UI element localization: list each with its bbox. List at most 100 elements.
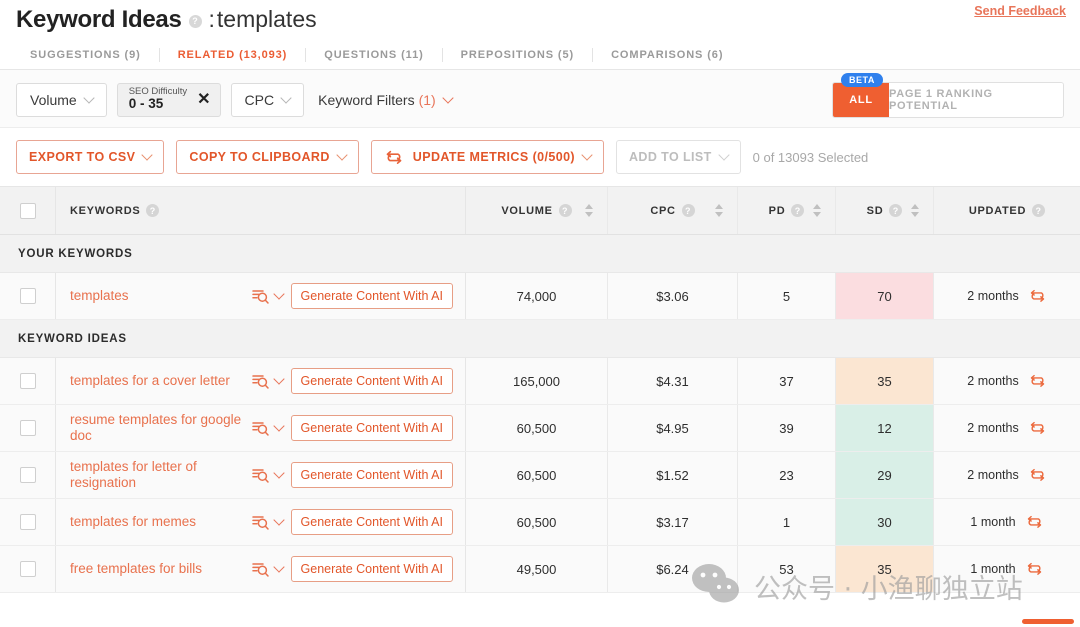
- row-select-cell: [0, 546, 56, 592]
- seo-difficulty-filter-chip[interactable]: SEO Difficulty 0 - 35 ✕: [116, 82, 221, 117]
- cpc-cell: $3.06: [608, 273, 738, 319]
- generate-content-button[interactable]: Generate Content With AI: [290, 283, 453, 309]
- serp-analysis-icon[interactable]: [251, 561, 283, 577]
- generate-content-button[interactable]: Generate Content With AI: [290, 556, 453, 582]
- pd-cell: 39: [738, 405, 836, 451]
- serp-analysis-icon[interactable]: [251, 420, 283, 436]
- keyword-link[interactable]: templates for a cover letter: [70, 373, 230, 389]
- volume-cell: 74,000: [466, 273, 608, 319]
- keyword-filters-label: Keyword Filters: [318, 91, 415, 108]
- horizontal-scrollbar[interactable]: [1022, 619, 1074, 624]
- refresh-icon[interactable]: [1028, 467, 1047, 483]
- keyword-cell: templates for memes Generate Content With…: [56, 499, 466, 545]
- serp-analysis-icon[interactable]: [251, 514, 283, 530]
- column-header-volume[interactable]: VOLUME ?: [466, 187, 608, 234]
- seo-difficulty-text: SEO Difficulty 0 - 35: [129, 87, 187, 111]
- update-metrics-button[interactable]: UPDATE METRICS (0/500): [370, 140, 604, 174]
- refresh-icon[interactable]: [1025, 514, 1044, 530]
- updated-value: 2 months: [967, 468, 1019, 482]
- title-separator: :: [208, 6, 215, 32]
- column-header-keywords[interactable]: KEYWORDS ?: [56, 187, 466, 234]
- update-metrics-count: (0/500): [532, 150, 575, 164]
- cpc-filter-button[interactable]: CPC: [230, 82, 305, 117]
- volume-value: 74,000: [516, 288, 557, 304]
- refresh-icon[interactable]: [1028, 420, 1047, 436]
- select-all-checkbox[interactable]: [19, 202, 36, 219]
- serp-analysis-icon[interactable]: [251, 288, 283, 304]
- keywords-table: KEYWORDS ? VOLUME ? CPC ? PD ? SD ? UPDA…: [0, 186, 1080, 593]
- column-label-keywords: KEYWORDS: [70, 204, 141, 217]
- volume-filter-button[interactable]: Volume: [16, 82, 107, 117]
- tab-suggestions[interactable]: SUGGESTIONS (9): [12, 47, 160, 62]
- column-header-sd[interactable]: SD ?: [836, 187, 934, 234]
- toggle-all[interactable]: ALL: [833, 83, 889, 117]
- keyword-link[interactable]: resume templates for google doc: [70, 412, 250, 444]
- keyword-link[interactable]: templates for memes: [70, 514, 196, 530]
- column-header-cpc[interactable]: CPC ?: [608, 187, 738, 234]
- help-circle-icon[interactable]: ?: [1032, 204, 1046, 217]
- generate-content-button[interactable]: Generate Content With AI: [290, 509, 453, 535]
- help-circle-icon[interactable]: ?: [558, 204, 572, 217]
- updated-value: 2 months: [967, 374, 1019, 388]
- chevron-down-icon: [583, 151, 591, 159]
- help-circle-icon[interactable]: ?: [681, 204, 695, 217]
- selection-status: 0 of 13093 Selected: [752, 149, 869, 165]
- row-checkbox[interactable]: [19, 561, 36, 577]
- close-icon[interactable]: ✕: [197, 91, 210, 108]
- column-header-pd[interactable]: PD ?: [738, 187, 836, 234]
- help-circle-icon[interactable]: ?: [791, 204, 805, 217]
- keyword-link[interactable]: free templates for bills: [70, 561, 202, 577]
- refresh-icon[interactable]: [1028, 373, 1047, 389]
- keyword-link[interactable]: templates: [70, 288, 129, 304]
- sort-sd-button[interactable]: [911, 204, 919, 217]
- volume-cell: 60,500: [466, 499, 608, 545]
- copy-to-clipboard-button[interactable]: COPY TO CLIPBOARD: [176, 140, 359, 174]
- refresh-icon[interactable]: [1028, 288, 1047, 304]
- toggle-page1-ranking-potential[interactable]: PAGE 1 RANKING POTENTIAL: [889, 83, 1063, 117]
- help-circle-icon[interactable]: ?: [889, 204, 903, 217]
- table-group-label: YOUR KEYWORDS: [18, 247, 133, 260]
- updated-value: 1 month: [970, 562, 1016, 576]
- generate-content-button[interactable]: Generate Content With AI: [290, 415, 453, 441]
- column-label-updated: UPDATED: [968, 204, 1027, 217]
- sort-pd-button[interactable]: [813, 204, 821, 217]
- refresh-icon[interactable]: [1025, 561, 1044, 577]
- sd-value: 30: [877, 514, 892, 530]
- tab-related[interactable]: RELATED (13,093): [160, 47, 307, 62]
- tab-bar: SUGGESTIONS (9) RELATED (13,093) QUESTIO…: [0, 40, 1080, 70]
- tab-prepositions[interactable]: PREPOSITIONS (5): [443, 47, 594, 62]
- generate-content-button[interactable]: Generate Content With AI: [290, 462, 453, 488]
- export-to-csv-label: EXPORT TO CSV: [29, 150, 136, 164]
- volume-value: 60,500: [516, 514, 557, 530]
- help-circle-icon[interactable]: ?: [188, 14, 202, 28]
- send-feedback-link[interactable]: Send Feedback: [974, 4, 1066, 18]
- tab-questions[interactable]: QUESTIONS (11): [306, 47, 443, 62]
- row-checkbox[interactable]: [19, 420, 36, 436]
- export-to-csv-button[interactable]: EXPORT TO CSV: [16, 140, 165, 174]
- table-row: resume templates for google doc Generate …: [0, 405, 1080, 452]
- table-row: templates for a cover letter Generate Con…: [0, 358, 1080, 405]
- serp-analysis-icon[interactable]: [251, 373, 283, 389]
- add-to-list-button[interactable]: ADD TO LIST: [615, 140, 741, 174]
- row-checkbox[interactable]: [19, 373, 36, 389]
- pd-cell: 23: [738, 452, 836, 498]
- keyword-filters-button[interactable]: Keyword Filters (1): [318, 92, 452, 108]
- tab-comparisons[interactable]: COMPARISONS (6): [593, 48, 741, 62]
- help-circle-icon[interactable]: ?: [146, 204, 160, 217]
- row-checkbox[interactable]: [19, 467, 36, 483]
- refresh-icon: [384, 149, 404, 166]
- generate-content-button[interactable]: Generate Content With AI: [290, 368, 453, 394]
- keyword-link[interactable]: templates for letter of resignation: [70, 459, 250, 491]
- row-select-cell: [0, 452, 56, 498]
- keyword-cell: templates for letter of resignation Gener…: [56, 452, 466, 498]
- column-header-updated[interactable]: UPDATED ?: [934, 187, 1080, 234]
- column-label-pd: PD: [768, 204, 786, 217]
- row-checkbox[interactable]: [19, 514, 36, 530]
- cpc-cell: $4.31: [608, 358, 738, 404]
- chevron-down-icon: [275, 422, 283, 430]
- chevron-down-icon: [275, 469, 283, 477]
- row-checkbox[interactable]: [19, 288, 36, 304]
- sort-volume-button[interactable]: [585, 204, 593, 217]
- serp-analysis-icon[interactable]: [251, 467, 283, 483]
- sort-cpc-button[interactable]: [715, 204, 723, 217]
